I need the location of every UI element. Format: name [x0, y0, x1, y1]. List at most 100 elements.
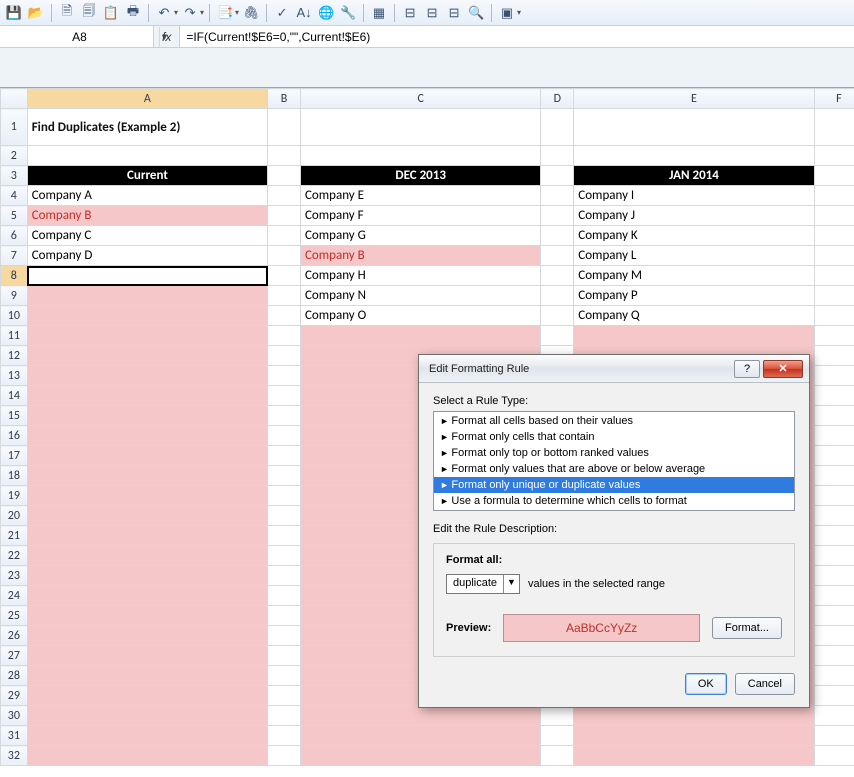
row-header[interactable]: 22 [1, 546, 28, 566]
cancel-button[interactable]: Cancel [735, 673, 795, 695]
undo-dropdown-icon[interactable]: ▾ [174, 8, 178, 17]
paste-icon[interactable]: 📋 [101, 3, 121, 23]
cell[interactable] [574, 146, 814, 166]
cell[interactable] [574, 326, 814, 346]
cell[interactable] [814, 666, 854, 686]
cell[interactable] [27, 666, 267, 686]
cell[interactable] [814, 706, 854, 726]
new-icon[interactable]: 🗎 [57, 3, 77, 23]
cell[interactable] [300, 746, 540, 766]
fx-icon[interactable]: fx [162, 30, 171, 44]
redo-dropdown-icon[interactable]: ▾ [200, 8, 204, 17]
cell[interactable] [814, 246, 854, 266]
cell[interactable] [814, 206, 854, 226]
cell[interactable]: Company N [300, 286, 540, 306]
cell[interactable] [814, 566, 854, 586]
cell[interactable] [27, 446, 267, 466]
cell[interactable] [268, 646, 301, 666]
spellcheck-icon[interactable]: ✓ [272, 3, 292, 23]
cell[interactable] [268, 266, 301, 286]
close-button[interactable]: ✕ [763, 360, 803, 378]
column-header[interactable]: B [268, 89, 301, 109]
cell[interactable] [27, 366, 267, 386]
cell[interactable] [300, 146, 540, 166]
cell[interactable] [814, 626, 854, 646]
row-header[interactable]: 9 [1, 286, 28, 306]
clipboard-icon[interactable]: 📑 [215, 3, 235, 23]
cell[interactable]: DEC 2013 [300, 166, 540, 186]
attach-icon[interactable]: 🖇 [241, 3, 261, 23]
cell[interactable]: Company J [574, 206, 814, 226]
cell[interactable] [814, 346, 854, 366]
rule-type-item[interactable]: Format only unique or duplicate values [434, 477, 794, 493]
cell[interactable] [814, 546, 854, 566]
row-header[interactable]: 8 [1, 266, 28, 286]
row-header[interactable]: 6 [1, 226, 28, 246]
row-header[interactable]: 1 [1, 109, 28, 146]
name-box-input[interactable] [0, 29, 159, 45]
cell[interactable] [268, 226, 301, 246]
dialog-titlebar[interactable]: Edit Formatting Rule ? ✕ [419, 355, 809, 383]
cell[interactable] [27, 566, 267, 586]
rule-type-list[interactable]: Format all cells based on their valuesFo… [433, 411, 795, 511]
cell[interactable]: Find Duplicates (Example 2) [27, 109, 267, 146]
cell[interactable] [268, 466, 301, 486]
cell[interactable] [814, 606, 854, 626]
cell[interactable] [268, 726, 301, 746]
row-header[interactable]: 10 [1, 306, 28, 326]
cell[interactable] [268, 486, 301, 506]
row-header[interactable]: 15 [1, 406, 28, 426]
cell[interactable] [814, 446, 854, 466]
row-header[interactable]: 27 [1, 646, 28, 666]
cell[interactable] [814, 306, 854, 326]
cell[interactable] [814, 109, 854, 146]
cell[interactable] [268, 666, 301, 686]
cell[interactable] [541, 306, 574, 326]
cell[interactable] [541, 286, 574, 306]
column-header[interactable]: F [814, 89, 854, 109]
row-header[interactable]: 16 [1, 426, 28, 446]
cell[interactable] [268, 426, 301, 446]
cell[interactable] [814, 506, 854, 526]
cell[interactable] [541, 746, 574, 766]
cell[interactable]: Company G [300, 226, 540, 246]
cell[interactable]: Company L [574, 246, 814, 266]
cell[interactable] [268, 246, 301, 266]
row-header[interactable]: 7 [1, 246, 28, 266]
cell[interactable] [268, 186, 301, 206]
row-header[interactable]: 20 [1, 506, 28, 526]
row-header[interactable]: 26 [1, 626, 28, 646]
formula-input[interactable] [180, 26, 854, 47]
cell[interactable] [268, 706, 301, 726]
cell[interactable] [27, 726, 267, 746]
cell[interactable] [27, 286, 267, 306]
cell[interactable] [27, 506, 267, 526]
row-header[interactable]: 14 [1, 386, 28, 406]
cell[interactable] [27, 266, 267, 286]
filter-icon[interactable]: 🔍 [466, 3, 486, 23]
cell[interactable] [268, 346, 301, 366]
cell[interactable] [27, 646, 267, 666]
cell[interactable]: Company A [27, 186, 267, 206]
cell[interactable] [268, 326, 301, 346]
format-button[interactable]: Format... [712, 617, 782, 639]
row-header[interactable]: 31 [1, 726, 28, 746]
row-header[interactable]: 21 [1, 526, 28, 546]
row-header[interactable]: 32 [1, 746, 28, 766]
rule-type-item[interactable]: Format only values that are above or bel… [434, 461, 794, 477]
dropdown-icon[interactable]: ▾ [517, 8, 521, 17]
cell[interactable] [27, 626, 267, 646]
row-header[interactable]: 23 [1, 566, 28, 586]
cell[interactable]: Company D [27, 246, 267, 266]
ok-button[interactable]: OK [685, 673, 727, 695]
cell[interactable] [541, 166, 574, 186]
cell[interactable] [268, 566, 301, 586]
column-header[interactable]: C [300, 89, 540, 109]
column-header[interactable]: E [574, 89, 814, 109]
cell[interactable] [300, 726, 540, 746]
select-all-corner[interactable] [1, 89, 28, 109]
rule-type-item[interactable]: Format only top or bottom ranked values [434, 445, 794, 461]
name-box[interactable]: ▼ [0, 26, 154, 47]
cell[interactable]: Company K [574, 226, 814, 246]
row-header[interactable]: 11 [1, 326, 28, 346]
